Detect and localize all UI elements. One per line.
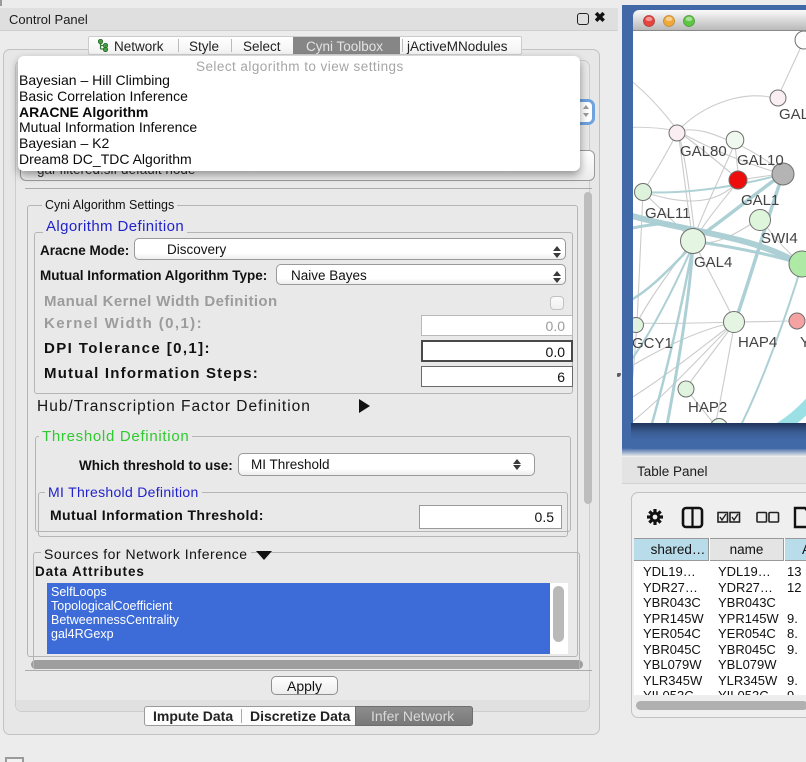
svg-text:GAL: GAL <box>779 106 806 123</box>
svg-text:SWI4: SWI4 <box>761 230 798 247</box>
svg-text:GAL80: GAL80 <box>680 143 727 160</box>
svg-text:GCY1: GCY1 <box>633 335 673 352</box>
svg-text:GAL11: GAL11 <box>645 205 691 222</box>
svg-text:GAL1: GAL1 <box>741 192 779 209</box>
svg-text:Y: Y <box>800 334 806 351</box>
svg-text:HAP4: HAP4 <box>738 334 777 351</box>
svg-text:GAL10: GAL10 <box>737 152 784 169</box>
svg-text:GAL4: GAL4 <box>694 254 732 271</box>
svg-text:HAP2: HAP2 <box>688 399 727 416</box>
